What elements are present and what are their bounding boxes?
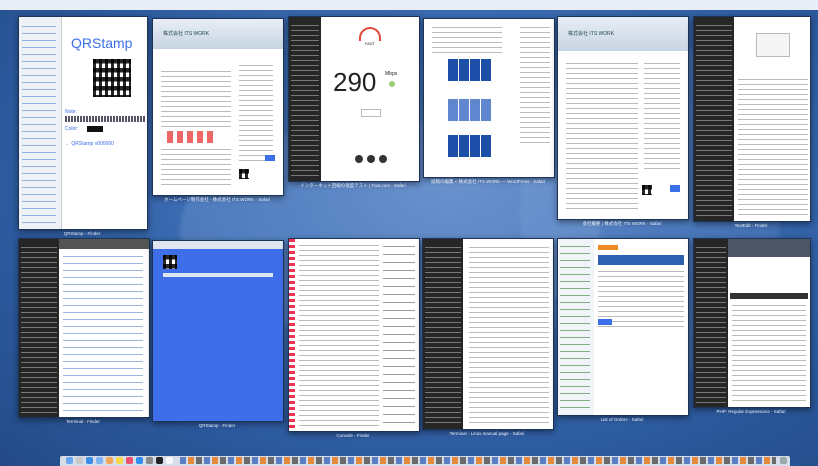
docs-header: [728, 239, 810, 257]
trash-icon[interactable]: [780, 457, 787, 464]
site-sidebar: [644, 61, 680, 171]
window-terminal-list[interactable]: [18, 238, 150, 418]
window-company-about[interactable]: 株式会社 ITS WORK: [557, 16, 689, 220]
mail-icon[interactable]: [96, 457, 103, 464]
orders-sidebar: [558, 239, 594, 415]
status-dot-icon: [389, 81, 395, 87]
note-field[interactable]: [65, 116, 145, 122]
window-console[interactable]: [288, 238, 420, 432]
menu-bar-strip: [0, 0, 818, 10]
settings-icon[interactable]: [146, 457, 153, 464]
orders-header-bar: [598, 255, 684, 265]
qr-code-small: [642, 185, 652, 195]
severity-column: [289, 239, 295, 431]
launchpad-icon[interactable]: [76, 457, 83, 464]
window-toolbar: [153, 241, 283, 249]
file-list[interactable]: [63, 253, 143, 413]
window-man-page[interactable]: [422, 238, 554, 430]
action-button[interactable]: [598, 319, 612, 325]
icon-row: [167, 131, 217, 143]
article-text: [161, 69, 231, 129]
terminal-pane: [694, 239, 728, 407]
window-caption: Terminal - Linux manual page - Safari: [449, 431, 525, 436]
qrstamp-link[interactable]: ← QRStamp v000000: [65, 141, 114, 147]
image-gallery[interactable]: [448, 59, 492, 81]
window-php-docs[interactable]: [693, 238, 811, 408]
about-text: [566, 61, 638, 211]
terminal-icon[interactable]: [156, 457, 163, 464]
qr-code-small: [163, 255, 177, 269]
finder-icon[interactable]: [66, 457, 73, 464]
window-textedit[interactable]: [693, 16, 811, 222]
site-header: 株式会社 ITS WORK: [558, 17, 688, 51]
image-gallery[interactable]: [448, 135, 492, 157]
site-title: 株式会社 ITS WORK: [568, 31, 615, 37]
chat-button[interactable]: [265, 155, 275, 161]
dock: [60, 456, 790, 466]
window-caption: 投稿の編集 < 株式会社 ITS WORK — WordPress - Safa…: [430, 179, 546, 184]
window-speedtest[interactable]: FAST 290 Mbps: [288, 16, 420, 182]
window-caption: TextEdit - Finder: [734, 223, 768, 228]
window-qrstamp-blue[interactable]: [152, 240, 284, 422]
speed-gauge-icon: [359, 27, 381, 41]
site-title: 株式会社 ITS WORK: [163, 31, 210, 37]
file-sidebar: [19, 17, 62, 229]
photos-icon[interactable]: [106, 457, 113, 464]
window-qrstamp[interactable]: QRStamp Note: Color: ← QRStamp v000000: [18, 16, 148, 230]
window-orders[interactable]: [557, 238, 689, 416]
safari-icon[interactable]: [86, 457, 93, 464]
music-icon[interactable]: [126, 457, 133, 464]
window-wordpress[interactable]: [423, 18, 555, 178]
color-swatch[interactable]: [87, 126, 103, 132]
window-caption: インターネット回線の速度テスト | Fast.com - Safari: [300, 183, 406, 188]
note-label: Note:: [65, 109, 77, 115]
window-caption: List of Orders - Safari: [600, 417, 644, 422]
window-company-site[interactable]: 株式会社 ITS WORK: [152, 18, 284, 196]
editor-sidebar: [520, 25, 550, 145]
share-icon[interactable]: [379, 155, 387, 163]
terminal-pane: [694, 17, 734, 221]
dialog-box[interactable]: [756, 33, 790, 57]
color-label: Color:: [65, 126, 79, 132]
dock-app-icons[interactable]: [180, 457, 776, 464]
window-caption: Terminal - Finder: [66, 419, 100, 424]
window-caption: PHP: Regular Expressions - Safari: [716, 409, 786, 414]
image-gallery[interactable]: [448, 99, 492, 121]
terminal-pane: [289, 17, 321, 181]
manual-text: [469, 245, 549, 425]
terminal-pane: [19, 239, 59, 417]
qrstamp-title: QRStamp: [71, 35, 133, 51]
window-caption: Console - Finder: [336, 433, 370, 438]
more-info-button[interactable]: [361, 109, 381, 117]
qr-code-small: [239, 169, 249, 179]
share-icon[interactable]: [367, 155, 375, 163]
window-caption: ホームページ制作会社 - 株式会社 ITS WORK - Safari: [163, 197, 271, 202]
notes-icon[interactable]: [116, 457, 123, 464]
textedit-icon[interactable]: [166, 457, 173, 464]
app-logo: [598, 245, 618, 250]
docs-text: [732, 303, 806, 403]
appstore-icon[interactable]: [136, 457, 143, 464]
site-sidebar: [239, 63, 273, 163]
window-caption: 会社概要 | 株式会社 ITS WORK - Safari: [582, 221, 662, 226]
document-text: [738, 77, 808, 217]
chat-button[interactable]: [670, 185, 680, 192]
terminal-pane: [423, 239, 463, 429]
app-toolbar: [59, 239, 149, 249]
console-values: [383, 243, 415, 427]
speed-value: 290: [333, 67, 377, 97]
console-log: [299, 243, 379, 427]
window-caption: QRStamp - Finder: [63, 231, 101, 236]
qr-code-image: [93, 59, 131, 97]
docs-banner: [730, 293, 808, 299]
site-header: 株式会社 ITS WORK: [153, 19, 283, 49]
share-icon[interactable]: [355, 155, 363, 163]
speed-unit: Mbps: [385, 71, 398, 77]
post-text: [432, 25, 502, 55]
article-text: [161, 147, 231, 187]
progress-strip: [163, 273, 273, 277]
window-caption: QRStamp - Finder: [198, 423, 236, 428]
fast-logo: FAST: [364, 41, 375, 46]
